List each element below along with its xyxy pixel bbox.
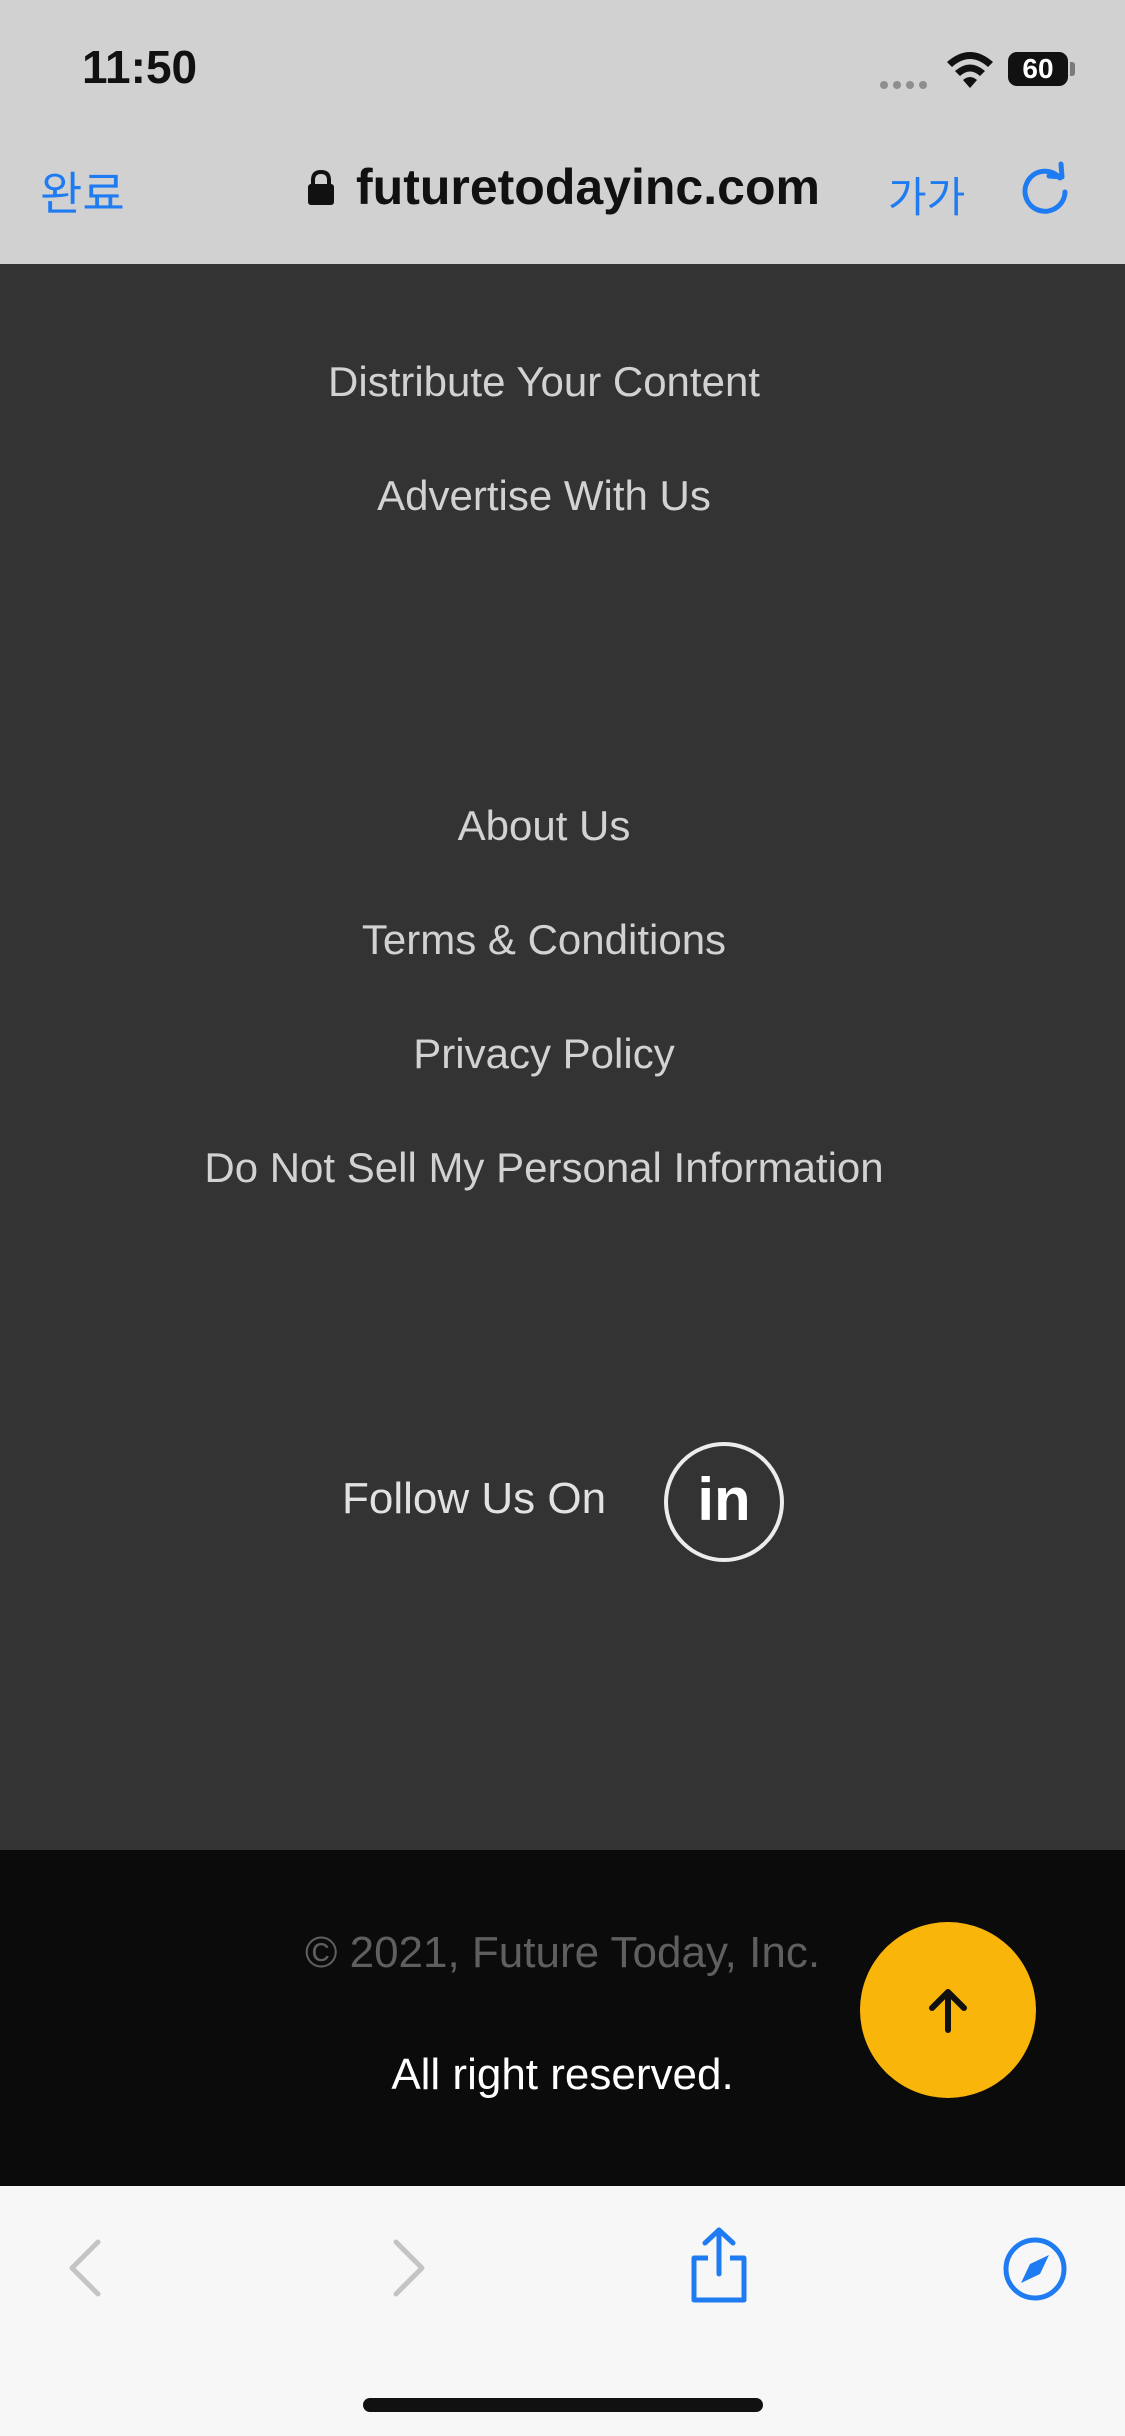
arrow-up-icon bbox=[929, 1989, 967, 2033]
link-privacy[interactable]: Privacy Policy bbox=[0, 1030, 1088, 1078]
status-time: 11:50 bbox=[82, 41, 198, 93]
forward-icon[interactable] bbox=[388, 2238, 428, 2298]
follow-us-label: Follow Us On bbox=[342, 1474, 607, 1523]
done-button[interactable]: 완료 bbox=[40, 158, 125, 224]
link-advertise[interactable]: Advertise With Us bbox=[0, 472, 1088, 520]
url-text[interactable]: futuretodayinc.com bbox=[356, 158, 820, 216]
wifi-icon bbox=[947, 52, 993, 88]
link-do-not-sell[interactable]: Do Not Sell My Personal Information bbox=[0, 1144, 1088, 1192]
back-icon[interactable] bbox=[66, 2238, 106, 2298]
link-about-us[interactable]: About Us bbox=[0, 802, 1088, 850]
link-distribute-content[interactable]: Distribute Your Content bbox=[0, 358, 1088, 406]
battery-icon: 60 bbox=[1008, 52, 1068, 86]
home-indicator bbox=[363, 2398, 763, 2412]
cellular-signal-icon bbox=[880, 74, 932, 93]
link-terms[interactable]: Terms & Conditions bbox=[0, 916, 1088, 964]
scroll-to-top-button[interactable] bbox=[860, 1922, 1036, 2098]
text-size-button[interactable]: 가가 bbox=[888, 164, 965, 225]
compass-icon[interactable] bbox=[1002, 2236, 1068, 2302]
share-icon[interactable] bbox=[688, 2226, 750, 2304]
lock-icon bbox=[308, 170, 334, 205]
linkedin-icon[interactable]: in bbox=[664, 1442, 784, 1562]
reload-icon[interactable] bbox=[1016, 160, 1074, 218]
battery-cap bbox=[1070, 62, 1075, 76]
